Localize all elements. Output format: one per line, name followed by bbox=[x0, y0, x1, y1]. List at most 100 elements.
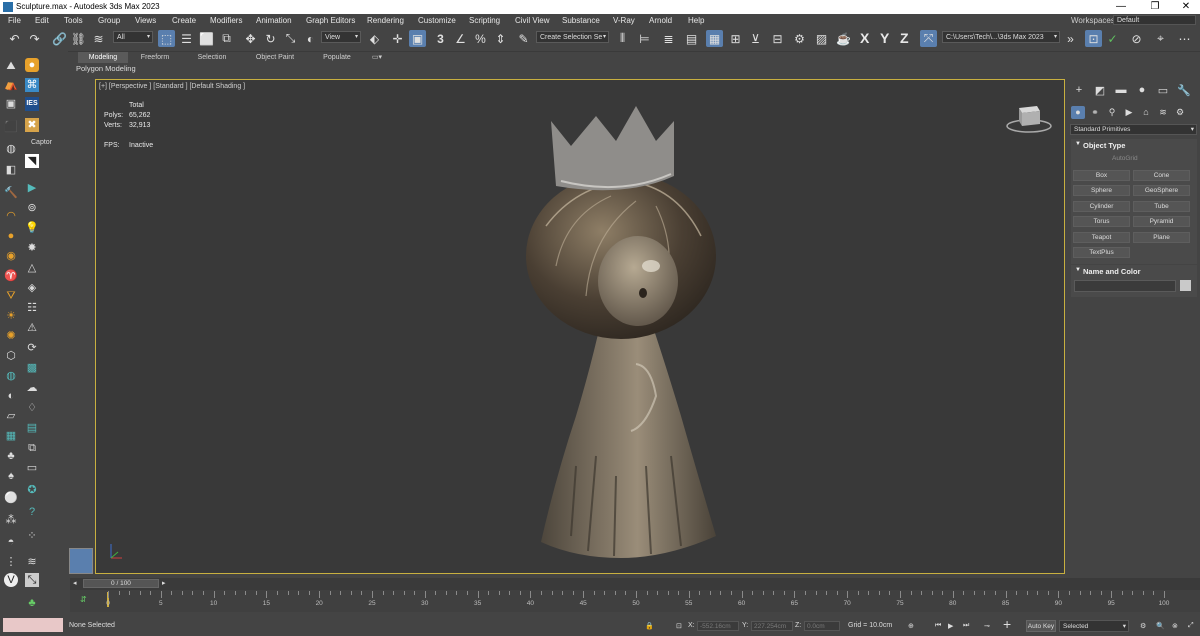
expand-toolbar-icon[interactable]: » bbox=[1062, 30, 1079, 47]
axis-constraint-x[interactable]: X bbox=[860, 30, 869, 46]
viewport-preview-icon[interactable] bbox=[69, 548, 93, 574]
material-icon[interactable]: ✖ bbox=[25, 118, 39, 132]
pivot-icon[interactable]: ⬖ bbox=[366, 30, 383, 47]
paint-icon[interactable]: ◓ bbox=[4, 535, 18, 549]
systems-icon[interactable]: ⚙ bbox=[1173, 106, 1187, 119]
render-icon[interactable]: ☕ bbox=[835, 30, 852, 47]
material-editor-icon[interactable]: ⊟ bbox=[769, 30, 786, 47]
rendered-frame-icon[interactable]: ▨ bbox=[813, 30, 830, 47]
tab-selection[interactable]: Selection bbox=[192, 52, 232, 63]
menu-rendering[interactable]: Rendering bbox=[367, 16, 404, 25]
scatter-icon[interactable]: ⋮ bbox=[4, 555, 18, 569]
area-light-icon[interactable]: ⛛ bbox=[4, 289, 18, 303]
link-icon[interactable]: 🔗 bbox=[51, 30, 68, 47]
angle-snap-icon[interactable]: ∠ bbox=[452, 30, 469, 47]
close-button[interactable]: ✕ bbox=[1176, 1, 1196, 12]
redo-icon[interactable]: ↷ bbox=[26, 30, 43, 47]
track-bar[interactable]: ⇵ 0 5 10 15 20 25 30 35 40 45 50 55 60 65 70 75 80 85 90 95… bbox=[70, 590, 1200, 612]
vertex-icon[interactable]: ⁘ bbox=[25, 529, 39, 543]
next-frame-icon[interactable]: ▸ bbox=[162, 579, 166, 587]
menu-create[interactable]: Create bbox=[172, 16, 196, 25]
options-icon[interactable]: ⋯ bbox=[1176, 30, 1193, 47]
cursor-icon[interactable]: ◥ bbox=[25, 154, 39, 168]
go-to-start-icon[interactable]: ⏮ bbox=[935, 622, 941, 630]
fog-icon[interactable]: ◐ bbox=[4, 389, 18, 403]
cameras-icon[interactable]: ▶ bbox=[1122, 106, 1136, 119]
time-slider-thumb[interactable]: 0 / 100 bbox=[83, 579, 159, 588]
bulb-outline-icon[interactable]: ♢ bbox=[25, 401, 39, 415]
add-key-icon[interactable]: + bbox=[1003, 616, 1011, 632]
time-config-icon[interactable]: ⚙ bbox=[1140, 622, 1146, 630]
frame-icon[interactable]: ⧉ bbox=[25, 441, 39, 455]
pyramid-button[interactable]: Pyramid bbox=[1133, 216, 1190, 227]
menu-vray[interactable]: V-Ray bbox=[613, 16, 635, 25]
tube-button[interactable]: Tube bbox=[1133, 201, 1190, 212]
menu-substance[interactable]: Substance bbox=[562, 16, 600, 25]
time-slider[interactable]: 0 / 100 ◂ ▸ bbox=[70, 578, 1200, 590]
polygon-modeling-label[interactable]: Polygon Modeling bbox=[76, 64, 136, 73]
menu-views[interactable]: Views bbox=[135, 16, 156, 25]
maximize-button[interactable]: ❐ bbox=[1145, 1, 1165, 12]
sync-icon[interactable]: ⟳ bbox=[25, 341, 39, 355]
menu-help[interactable]: Help bbox=[688, 16, 704, 25]
ribbon-options-icon[interactable]: ▭▾ bbox=[368, 52, 386, 63]
z-coord-field[interactable]: 0.0cm bbox=[804, 621, 840, 631]
menu-scripting[interactable]: Scripting bbox=[469, 16, 500, 25]
cone-icon[interactable]: △ bbox=[25, 261, 39, 275]
menu-file[interactable]: File bbox=[8, 16, 21, 25]
selection-filter-dropdown[interactable]: All ▾ bbox=[113, 31, 153, 43]
geometry-icon[interactable]: ● bbox=[1071, 106, 1085, 119]
lock-icon[interactable]: 🔒 bbox=[645, 622, 654, 630]
plane-icon[interactable]: ▱ bbox=[4, 409, 18, 423]
textplus-button[interactable]: TextPlus bbox=[1073, 247, 1130, 258]
helpers-tab-icon[interactable]: ⌂ bbox=[1139, 106, 1153, 119]
undo-icon[interactable]: ↶ bbox=[6, 30, 23, 47]
space-warps-icon[interactable]: ≋ bbox=[1156, 106, 1170, 119]
tab-freeform[interactable]: Freeform bbox=[135, 52, 175, 63]
helpers-icon[interactable]: ⛺ bbox=[4, 78, 18, 92]
name-and-color-header[interactable]: ▼ Name and Color bbox=[1071, 265, 1197, 279]
minimize-button[interactable]: — bbox=[1111, 1, 1131, 12]
percent-snap-icon[interactable]: % bbox=[472, 30, 489, 47]
render-element-icon[interactable]: ✪ bbox=[25, 483, 39, 497]
lightbulb-icon[interactable]: 💡 bbox=[25, 221, 39, 235]
select-and-manipulate-icon[interactable]: ✛ bbox=[389, 30, 406, 47]
check-icon[interactable]: ✓ bbox=[1104, 30, 1121, 47]
axis-constraint-y[interactable]: Y bbox=[880, 30, 889, 46]
edit-named-selection-icon[interactable]: ✎ bbox=[515, 30, 532, 47]
utilities-tab-icon[interactable]: 🔧 bbox=[1177, 84, 1191, 97]
move-icon[interactable]: ✥ bbox=[242, 30, 259, 47]
texture-icon[interactable]: ◍ bbox=[4, 369, 18, 383]
select-object-icon[interactable]: ⬚ bbox=[158, 30, 175, 47]
tree-small-icon[interactable]: ♣ bbox=[25, 596, 39, 610]
ribbon-icon[interactable]: ▤ bbox=[683, 30, 700, 47]
sphere-light-icon[interactable]: ● bbox=[4, 229, 18, 243]
menu-arnold[interactable]: Arnold bbox=[649, 16, 672, 25]
xy-plane-icon[interactable]: ⤧ bbox=[920, 30, 937, 47]
rectangular-selection-icon[interactable]: ⬜ bbox=[198, 30, 215, 47]
layers-icon[interactable]: ▤ bbox=[25, 421, 39, 435]
tree-icon[interactable]: ♠ bbox=[4, 469, 18, 483]
spot-icon[interactable]: ♈ bbox=[4, 269, 18, 283]
window-crossing-icon[interactable]: ⧉ bbox=[218, 30, 235, 47]
menu-animation[interactable]: Animation bbox=[256, 16, 292, 25]
cancel-icon[interactable]: ⊘ bbox=[1128, 30, 1145, 47]
dome-icon[interactable]: ◠ bbox=[4, 209, 18, 223]
sky-icon[interactable]: ✺ bbox=[4, 329, 18, 343]
display-tab-icon[interactable]: ▭ bbox=[1156, 84, 1170, 97]
help-icon[interactable]: ? bbox=[25, 505, 39, 519]
orbit-icon[interactable]: ⊗ bbox=[1172, 622, 1178, 630]
alert-icon[interactable]: ⚠ bbox=[25, 321, 39, 335]
x-coord-field[interactable]: -552.16cm bbox=[697, 621, 739, 631]
axis-constraint-z[interactable]: Z bbox=[900, 30, 909, 46]
tab-populate[interactable]: Populate bbox=[317, 52, 357, 63]
menu-graph-editors[interactable]: Graph Editors bbox=[306, 16, 355, 25]
named-selection-dropdown[interactable]: Create Selection Se ▾ bbox=[536, 31, 609, 43]
target-icon[interactable]: ◉ bbox=[4, 249, 18, 263]
align-icon[interactable]: ⊨ bbox=[636, 30, 653, 47]
key-mode-icon[interactable]: ⊸ bbox=[984, 622, 990, 630]
camera-settings-icon[interactable]: ⊚ bbox=[25, 201, 39, 215]
layer-explorer-icon[interactable]: ≣ bbox=[660, 30, 677, 47]
hierarchy-tab-icon[interactable]: ▬ bbox=[1114, 84, 1128, 96]
grid-icon[interactable]: ▦ bbox=[4, 429, 18, 443]
